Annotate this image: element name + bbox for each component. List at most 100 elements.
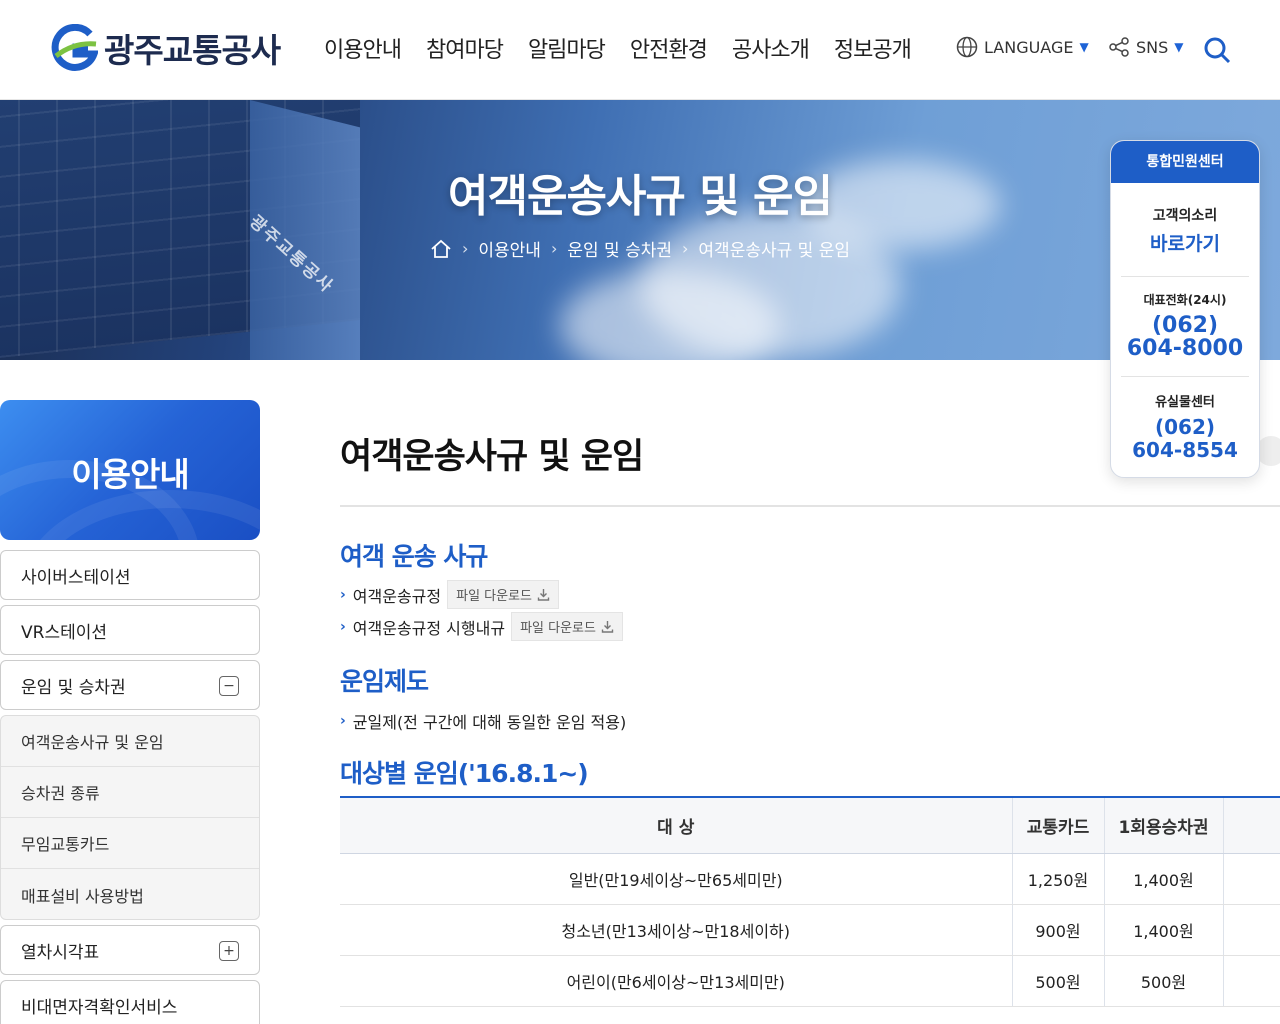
sidebar-item-cyber-station[interactable]: 사이버스테이션 [0,550,260,600]
expand-icon[interactable]: + [219,941,239,961]
logo-mark-icon [51,24,98,71]
sns-selector[interactable]: SNS ▼ [1108,36,1184,58]
global-nav: 이용안내 참여마당 알림마당 안전환경 공사소개 정보공개 [324,32,912,64]
breadcrumb: › 이용안내 › 운임 및 승차권 › 여객운송사규 및 운임 [0,236,1280,261]
nav-item-about[interactable]: 공사소개 [732,32,810,64]
globe-icon [956,36,978,58]
main-phone-label: 대표전화(24시) [1143,293,1227,307]
table-cell [1222,853,1280,905]
site-logo[interactable]: 광주교통공사 [50,24,281,72]
main-phone-section: 대표전화(24시) (062) 604-8000 [1121,277,1249,377]
language-selector[interactable]: LANGUAGE ▼ [956,36,1089,58]
table-cell [1222,955,1280,1007]
column-header: 대 상 [340,796,1012,854]
column-header: 교통카드 [1011,796,1104,854]
nav-item-notice[interactable]: 알림마당 [528,32,606,64]
sns-label: SNS [1136,37,1169,57]
download-icon [601,621,614,633]
lost-center-label: 유실물센터 [1155,395,1215,410]
submenu-item-passenger-rules[interactable]: 여객운송사규 및 운임 [1,716,259,767]
sidebar-item-label: 열차시각표 [21,942,100,963]
breadcrumb-item[interactable]: 이용안내 [478,236,541,261]
voice-link-section[interactable]: 고객의소리 바로가기 [1121,183,1249,277]
fare-system-text: 균일제(전 구간에 대해 동일한 운임 적용) [352,713,627,732]
site-header: 광주교통공사 이용안내 참여마당 알림마당 안전환경 공사소개 정보공개 LAN… [0,0,1280,100]
table-row: 일반(만19세이상~만65세미만) 1,250원 1,400원 [340,853,1280,905]
sidebar-item-label: 사이버스테이션 [21,567,131,588]
column-header: 1회용승차권 [1103,796,1223,854]
breadcrumb-item-current[interactable]: 여객운송사규 및 운임 [698,236,850,261]
table-cell: 1,400원 [1103,853,1223,905]
section-title-fare-by-target: 대상별 운임('16.8.1~) [340,759,589,788]
sidebar-item-vr-station[interactable]: VR스테이션 [0,605,260,655]
table-cell: 어린이(만6세이상~만13세미만) [340,955,1012,1007]
sidebar-item-label: 비대면자격확인서비스 [21,997,178,1018]
search-icon[interactable] [1203,36,1231,64]
dropdown-arrow-icon: ▼ [1174,40,1184,54]
sidebar-item-fare-ticket[interactable]: 운임 및 승차권 − [0,660,260,710]
main-phone-area: (062) [1151,313,1219,338]
download-label: 파일 다운로드 [456,589,533,604]
chevron-right-icon: › [550,239,558,258]
share-icon [1109,37,1129,57]
sub-visual-banner: 광주교통공사 여객운송사규 및 운임 › 이용안내 › 운임 및 승차권 › 여… [0,100,1280,360]
sidebar-item-timetable[interactable]: 열차시각표 + [0,925,260,975]
table-cell: 일반(만19세이상~만65세미만) [340,853,1012,905]
home-icon[interactable] [430,239,452,259]
section-title-fare-system: 운임제도 [340,667,429,696]
banner-title: 여객운송사규 및 운임 [448,171,833,222]
dropdown-arrow-icon: ▼ [1079,40,1089,54]
fare-system-item: › 균일제(전 구간에 대해 동일한 운임 적용) [340,709,626,733]
nav-item-guide[interactable]: 이용안내 [324,32,402,64]
file-download-button[interactable]: 파일 다운로드 [511,612,623,641]
sidebar-title: 이용안내 [71,455,189,494]
submenu-item-ticket-types[interactable]: 승차권 종류 [1,767,259,818]
main-phone-number: 604-8000 [1126,336,1244,361]
table-cell [1222,904,1280,956]
collapse-icon[interactable]: − [219,676,239,696]
sidebar-submenu: 여객운송사규 및 운임 승차권 종류 무임교통카드 매표설비 사용방법 [0,715,260,920]
sidebar-item-label: VR스테이션 [21,622,108,643]
table-cell: 900원 [1011,904,1104,956]
sidebar-title-panel: 이용안내 [0,400,260,540]
table-cell: 1,250원 [1011,853,1104,905]
lost-center-section: 유실물센터 (062) 604-8554 [1121,377,1249,472]
quick-service-box: 통합민원센터 고객의소리 바로가기 대표전화(24시) (062) 604-80… [1110,140,1260,478]
doc-label: 여객운송규정 시행내규 [352,618,506,638]
chevron-right-icon: › [340,713,346,729]
sidebar-item-contactless-verify[interactable]: 비대면자격확인서비스 [0,980,260,1024]
chevron-right-icon: › [340,586,346,603]
nav-item-safety[interactable]: 안전환경 [630,32,708,64]
table-cell: 500원 [1103,955,1223,1007]
table-row: 어린이(만6세이상~만13세미만) 500원 500원 [340,955,1280,1007]
lost-center-area: (062) [1154,415,1216,439]
column-header [1222,796,1280,854]
file-download-button[interactable]: 파일 다운로드 [447,580,560,609]
voice-label: 고객의소리 [1152,208,1218,224]
download-label: 파일 다운로드 [520,621,596,636]
logo-text: 광주교통공사 [104,31,281,70]
voice-shortcut-link[interactable]: 바로가기 [1121,229,1249,256]
language-label: LANGUAGE [984,37,1074,57]
section-title-rules: 여객 운송 사규 [340,542,488,571]
quick-box-title: 통합민원센터 [1111,141,1259,183]
fare-table: 대 상 교통카드 1회용승차권 일반(만19세이상~만65세미만) 1,250원… [340,796,1280,1007]
submenu-item-free-card[interactable]: 무임교통카드 [1,818,259,869]
doc-item: › 여객운송규정 파일 다운로드 [340,580,560,609]
submenu-item-ticket-machine[interactable]: 매표설비 사용방법 [1,869,259,920]
page-title: 여객운송사규 및 운임 [340,437,644,477]
doc-label: 여객운송규정 [352,586,442,606]
lost-center-number: 604-8554 [1132,438,1238,462]
doc-item: › 여객운송규정 시행내규 파일 다운로드 [340,612,623,641]
breadcrumb-item[interactable]: 운임 및 승차권 [567,236,672,261]
download-icon [537,589,550,601]
table-header-row: 대 상 교통카드 1회용승차권 [340,796,1280,854]
chevron-right-icon: › [682,239,689,258]
title-divider [340,505,1280,507]
table-cell: 청소년(만13세이상~만18세이하) [340,904,1012,956]
nav-item-participation[interactable]: 참여마당 [426,32,504,64]
chevron-right-icon: › [340,618,346,635]
nav-item-disclosure[interactable]: 정보공개 [834,32,912,64]
table-cell: 1,400원 [1103,904,1223,956]
table-row: 청소년(만13세이상~만18세이하) 900원 1,400원 [340,904,1280,956]
